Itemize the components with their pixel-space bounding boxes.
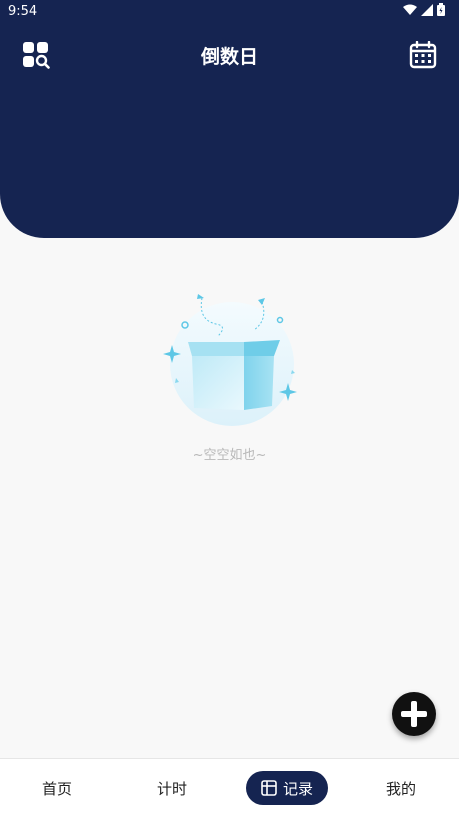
status-bar: 9:54	[0, 0, 459, 26]
header: 9:54 倒数日	[0, 0, 459, 238]
empty-state-text: ~空空如也~	[192, 448, 267, 463]
empty-illustration	[158, 290, 302, 430]
page-title: 倒数日	[200, 46, 258, 68]
wifi-icon	[403, 4, 417, 15]
bottom-tab-bar: 首页 计时 记录 我的	[0, 758, 459, 817]
empty-box-icon	[163, 294, 297, 426]
add-button[interactable]	[392, 692, 436, 736]
tab-timer[interactable]: 计时	[137, 759, 207, 817]
tab-records[interactable]: 记录	[246, 771, 328, 805]
battery-icon	[437, 3, 445, 16]
tab-mine[interactable]: 我的	[366, 759, 436, 817]
calendar-button[interactable]	[409, 40, 437, 69]
status-icons	[403, 3, 445, 16]
signal-icon	[421, 3, 433, 16]
record-icon	[261, 780, 277, 796]
plus-icon	[401, 701, 427, 727]
tab-home[interactable]: 首页	[22, 759, 92, 817]
calendar-icon	[409, 40, 437, 69]
status-time: 9:54	[8, 4, 38, 19]
tab-records-label: 记录	[282, 779, 313, 798]
